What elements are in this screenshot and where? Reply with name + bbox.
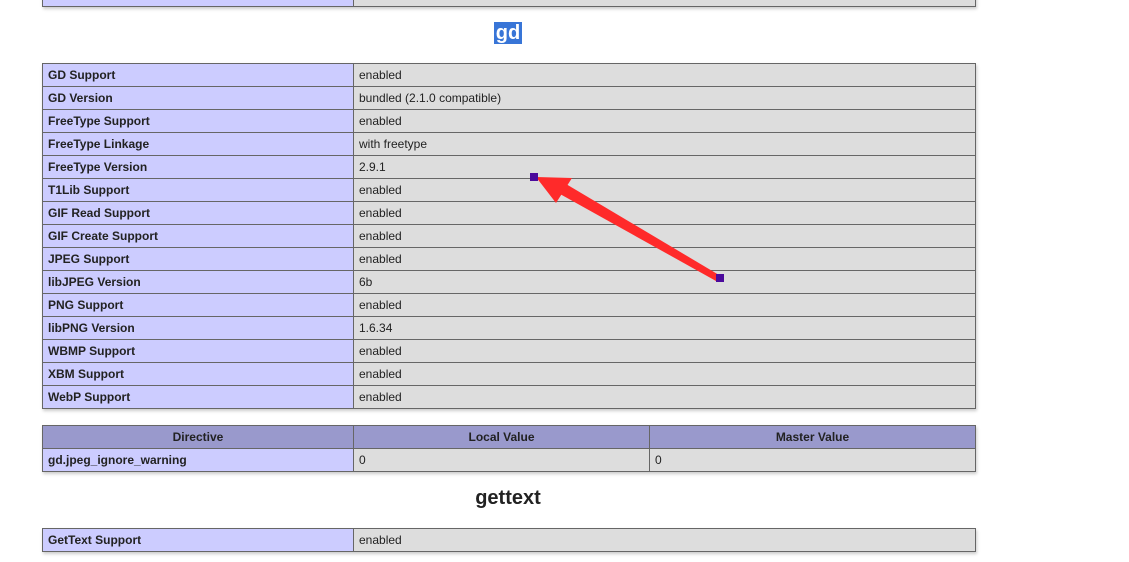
- directive-header: Directive: [42, 425, 354, 449]
- value-cell: 2.9.1: [353, 155, 976, 179]
- table-row: libJPEG Version 6b: [42, 270, 976, 294]
- value-cell: enabled: [353, 293, 976, 317]
- key-cell: FreeType Linkage: [42, 132, 354, 156]
- gd-info-table: GD Support enabled GD Version bundled (2.1.…: [42, 63, 976, 409]
- table-row: PNG Support enabled: [42, 293, 976, 317]
- table-row: FreeType Linkage with freetype: [42, 132, 976, 156]
- table-row: gd.jpeg_ignore_warning 0 0: [42, 448, 976, 472]
- key-cell: GD Version: [42, 86, 354, 110]
- table-row: XBM Support enabled: [42, 362, 976, 386]
- table-header-row: Directive Local Value Master Value: [42, 425, 976, 449]
- table-row: GIF Read Support enabled: [42, 201, 976, 225]
- value-cell: 1.6.34: [353, 316, 976, 340]
- value-cell: enabled: [353, 528, 976, 552]
- selected-heading-text[interactable]: gd: [493, 22, 523, 44]
- section-title-gd: gd: [0, 22, 1016, 45]
- directive-name: gd.jpeg_ignore_warning: [42, 448, 354, 472]
- table-row: GIF Create Support enabled: [42, 224, 976, 248]
- table-row: libPNG Version 1.6.34: [42, 316, 976, 340]
- key-cell: JPEG Support: [42, 247, 354, 271]
- local-value: 0: [353, 448, 650, 472]
- value-cell: enabled: [353, 201, 976, 225]
- value-cell: enabled: [353, 362, 976, 386]
- gd-directive-table: Directive Local Value Master Value gd.jp…: [42, 425, 976, 472]
- value-cell: enabled: [353, 109, 976, 133]
- value-cell: bundled (2.1.0 compatible): [353, 86, 976, 110]
- value-cell: enabled: [353, 63, 976, 87]
- key-cell: XBM Support: [42, 362, 354, 386]
- value-cell: [353, 0, 976, 7]
- gettext-info-table: GetText Support enabled: [42, 528, 976, 552]
- key-cell: FreeType Version: [42, 155, 354, 179]
- table-row: WBMP Support enabled: [42, 339, 976, 363]
- key-cell: GetText Support: [42, 528, 354, 552]
- section-title-gettext: gettext: [475, 487, 541, 509]
- table-row: GD Support enabled: [42, 63, 976, 87]
- master-value: 0: [649, 448, 976, 472]
- master-value-header: Master Value: [649, 425, 976, 449]
- key-cell: FreeType Support: [42, 109, 354, 133]
- key-cell: PNG Support: [42, 293, 354, 317]
- key-cell: WBMP Support: [42, 339, 354, 363]
- key-cell: WebP Support: [42, 385, 354, 409]
- key-cell: libJPEG Version: [42, 270, 354, 294]
- table-row: JPEG Support enabled: [42, 247, 976, 271]
- table-row: FreeType Support enabled: [42, 109, 976, 133]
- value-cell: enabled: [353, 247, 976, 271]
- key-cell: GD Support: [42, 63, 354, 87]
- previous-section-table: [42, 0, 976, 7]
- value-cell: enabled: [353, 339, 976, 363]
- table-row: GD Version bundled (2.1.0 compatible): [42, 86, 976, 110]
- value-cell: enabled: [353, 385, 976, 409]
- phpinfo-page: gd GD Support enabled GD Version bundled (2…: [0, 0, 1129, 562]
- value-cell: enabled: [353, 224, 976, 248]
- table-row: WebP Support enabled: [42, 385, 976, 409]
- key-cell: [42, 0, 354, 7]
- value-cell: with freetype: [353, 132, 976, 156]
- key-cell: libPNG Version: [42, 316, 354, 340]
- table-row: [42, 0, 976, 7]
- value-cell: 6b: [353, 270, 976, 294]
- local-value-header: Local Value: [353, 425, 650, 449]
- key-cell: GIF Read Support: [42, 201, 354, 225]
- value-cell: enabled: [353, 178, 976, 202]
- key-cell: T1Lib Support: [42, 178, 354, 202]
- table-row: T1Lib Support enabled: [42, 178, 976, 202]
- key-cell: GIF Create Support: [42, 224, 354, 248]
- table-row: GetText Support enabled: [42, 528, 976, 552]
- table-row: FreeType Version 2.9.1: [42, 155, 976, 179]
